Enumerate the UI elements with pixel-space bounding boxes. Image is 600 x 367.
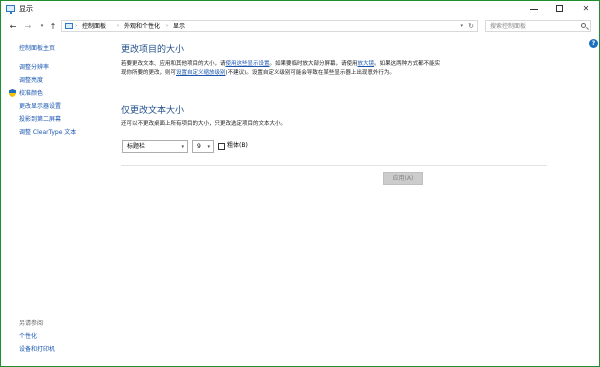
font-size-value: 9 [197,143,201,150]
refresh-icon[interactable]: ↻ [468,22,474,31]
breadcrumb-separator-icon[interactable]: › [75,23,77,30]
sidebar-item-cleartype[interactable]: 调整 ClearType 文本 [19,129,76,137]
sidebar-item-display-settings[interactable]: 更改显示器设置 [19,103,61,111]
custom-scaling-link[interactable]: 设置自定义缩放级别 [176,70,226,76]
maximize-button[interactable] [547,1,573,17]
description-text: 若要更改文本、应用和其他项目的大小，请 [121,61,226,67]
search-placeholder: 搜索控制面板 [490,23,527,30]
divider [121,165,547,166]
description-text: 。如果要临时放大部分屏幕，请使用 [269,61,358,67]
control-panel-icon [65,23,73,29]
sidebar-item-calibrate-color[interactable]: 校准颜色 [19,90,43,98]
sidebar-item-personalization[interactable]: 个性化 [19,333,37,341]
breadcrumb-separator-icon[interactable]: › [166,23,168,30]
shield-icon [9,89,16,97]
sidebar-item-second-screen[interactable]: 投影到第二屏幕 [19,116,61,124]
breadcrumb-separator-icon[interactable]: › [117,23,119,30]
search-icon[interactable] [581,23,586,28]
change-text-size-heading: 仅更改文本大小 [121,106,185,116]
item-select-value: 标题栏 [127,143,146,150]
sidebar-control-panel-home[interactable]: 控制面板主页 [19,45,55,53]
change-item-size-heading: 更改项目的大小 [121,45,185,55]
see-also-heading: 另请参阅 [19,320,44,327]
display-icon [6,5,15,14]
change-text-size-description: 还可以不更改桌面上所有项目的大小，只更改选定项目的文本大小。 [121,121,287,127]
search-box[interactable]: 搜索控制面板 [485,20,591,32]
bold-checkbox[interactable] [218,143,225,150]
chevron-down-icon: ▾ [207,144,210,150]
close-button[interactable]: ✕ [573,1,599,17]
sidebar-item-devices-printers[interactable]: 设备和打印机 [19,346,55,354]
sidebar-item-resolution[interactable]: 调整分辨率 [19,64,49,72]
help-icon[interactable]: ? [589,39,598,48]
title-bar: 显示 ✕ [1,1,599,17]
item-select[interactable]: 标题栏 ▾ [122,140,188,153]
back-arrow-icon[interactable]: ← [8,21,18,32]
window-title: 显示 [19,5,33,13]
display-settings-link[interactable]: 使用这些显示设置 [226,61,270,67]
forward-arrow-icon[interactable]: → [23,21,33,32]
recent-locations-chevron-icon[interactable]: ▾ [37,21,47,32]
description-text: (不建议)。设置自定义级别可能会导致在某些显示器上出现意外行为。 [225,69,395,76]
navigation-bar: ← → ▾ ↑ › 控制面板 › 外观和个性化 › 显示 ▾ ↻ 搜索控制面板 [1,17,599,37]
chevron-down-icon: ▾ [181,144,184,150]
breadcrumb-control-panel[interactable]: 控制面板 [82,23,106,30]
display-window: 显示 ✕ ← → ▾ ↑ › 控制面板 › 外观和个性化 › 显示 ▾ ↻ 搜索… [0,0,600,367]
magnifier-link[interactable]: 放大镜 [358,61,375,67]
font-size-select[interactable]: 9 ▾ [192,140,214,153]
breadcrumb-display[interactable]: 显示 [173,23,185,30]
address-dropdown-icon[interactable]: ▾ [460,23,463,30]
bold-label[interactable]: 粗体(B) [227,142,248,150]
sidebar-item-brightness[interactable]: 调整亮度 [19,77,43,85]
apply-button[interactable]: 应用(A) [383,172,423,185]
address-bar[interactable]: › 控制面板 › 外观和个性化 › 显示 ▾ ↻ [61,20,478,32]
minimize-button[interactable] [521,1,547,17]
breadcrumb-appearance[interactable]: 外观和个性化 [124,23,160,30]
up-arrow-icon[interactable]: ↑ [48,21,58,32]
change-item-size-description: 若要更改文本、应用和其他项目的大小，请使用这些显示设置。如果要临时放大部分屏幕，… [121,60,441,77]
